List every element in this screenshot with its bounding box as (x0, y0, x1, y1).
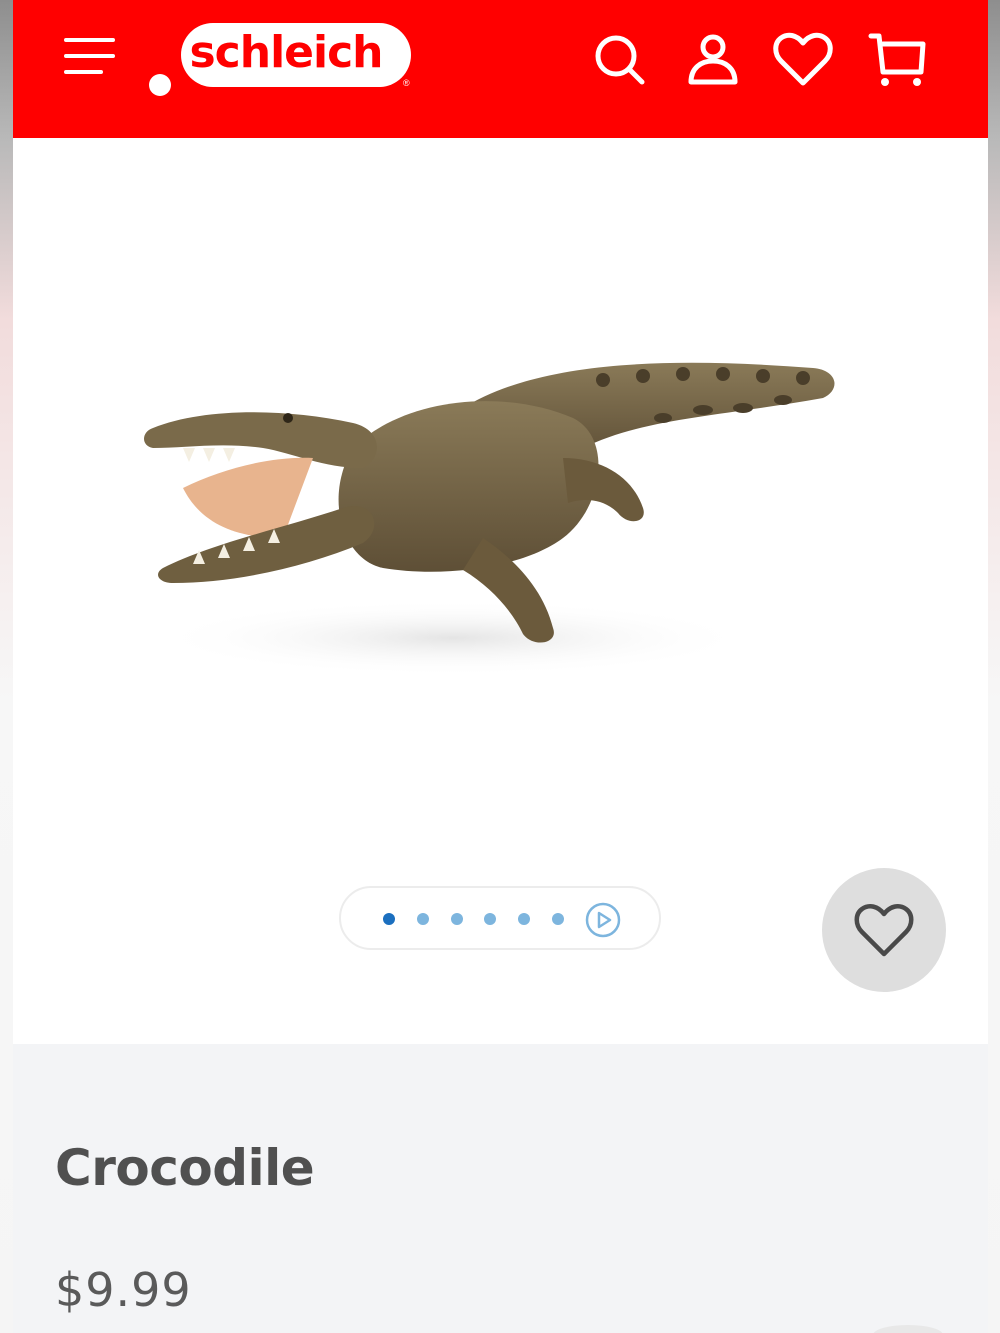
product-title: Crocodile (55, 1139, 315, 1197)
cart-button[interactable] (865, 28, 929, 92)
cart-icon (868, 33, 926, 86)
gallery-dot-2[interactable] (417, 913, 429, 925)
crocodile-image (144, 362, 835, 676)
gallery-video-button[interactable] (585, 902, 621, 938)
account-button[interactable] (681, 28, 745, 92)
product-info: Crocodile $9.99 (13, 1044, 988, 1333)
heart-outline-icon (854, 904, 914, 957)
site-header: schleich ® (13, 0, 988, 138)
gallery-pager (339, 886, 661, 950)
gallery-dot-1[interactable] (383, 913, 395, 925)
gallery-dot-4[interactable] (484, 913, 496, 925)
menu-button[interactable] (63, 34, 121, 82)
screen: schleich ® Crocodile $9.99 (0, 0, 1000, 1333)
brand-name: schleich (189, 27, 383, 78)
search-button[interactable] (588, 28, 652, 92)
gallery-dot-6[interactable] (552, 913, 564, 925)
product-gallery[interactable] (13, 138, 988, 1044)
account-icon (688, 34, 738, 85)
heart-icon (773, 32, 833, 86)
gallery-dot-5[interactable] (518, 913, 530, 925)
search-icon (595, 35, 645, 85)
product-page: schleich ® Crocodile $9.99 (13, 0, 988, 1333)
add-to-wishlist-button[interactable] (822, 868, 946, 992)
brand-logo[interactable]: schleich ® (149, 20, 413, 98)
play-icon (585, 902, 621, 938)
registered-mark: ® (403, 78, 410, 88)
gallery-dot-3[interactable] (451, 913, 463, 925)
wishlist-header-button[interactable] (771, 28, 835, 92)
menu-icon (64, 38, 115, 74)
product-price: $9.99 (55, 1263, 192, 1317)
